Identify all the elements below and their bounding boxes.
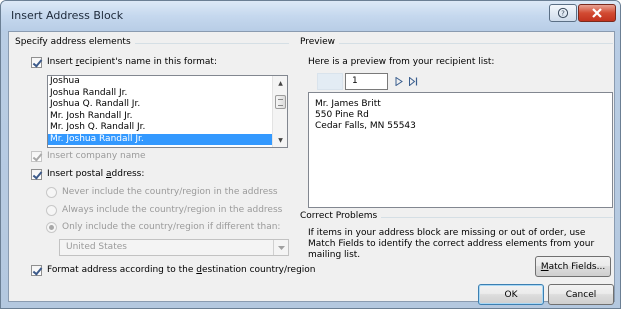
ok-button[interactable]: OK (478, 284, 544, 305)
cancel-label: Cancel (565, 289, 597, 300)
country-dropdown-button[interactable] (273, 240, 288, 255)
recipient-name-checkbox[interactable] (31, 57, 42, 68)
format-address-checkbox[interactable] (31, 265, 42, 276)
radio-always-country-label: Always include the country/region in the… (62, 205, 283, 215)
list-item[interactable]: Joshua (48, 76, 287, 88)
company-name-checkbox[interactable] (31, 151, 42, 162)
help-button[interactable]: ? (549, 4, 577, 22)
dialog-body: Specify address elements Insert recipien… (8, 31, 615, 305)
preview-group-title: Preview (300, 37, 340, 47)
help-icon: ? (558, 7, 568, 19)
address-line: 550 Pine Rd (315, 110, 369, 120)
previous-record-button (317, 73, 343, 90)
window-title: Insert Address Block (11, 9, 124, 22)
preview-hint: Here is a preview from your recipient li… (308, 57, 495, 67)
next-record-icon (395, 76, 403, 86)
match-fields-label: Match Fields... (540, 261, 606, 272)
correct-problems-title: Correct Problems (300, 211, 382, 221)
postal-address-checkbox[interactable] (31, 169, 42, 180)
group-divider (300, 43, 613, 44)
recipient-name-label: Insert recipient's name in this format: (47, 57, 217, 67)
radio-always-country[interactable] (46, 205, 57, 216)
record-number-input[interactable]: 1 (345, 73, 388, 90)
format-address-label: Format address according to the destinat… (47, 265, 316, 275)
address-line: Cedar Falls, MN 55543 (315, 121, 416, 131)
title-bar: Insert Address Block ? (1, 1, 620, 31)
list-scrollbar[interactable]: ▲ ▼ (272, 76, 287, 147)
scroll-thumb[interactable] (275, 95, 286, 109)
list-item[interactable]: Mr. Josh Randall Jr. (48, 111, 287, 123)
company-name-label: Insert company name (47, 151, 146, 161)
svg-text:?: ? (561, 10, 565, 18)
cancel-button[interactable]: Cancel (548, 284, 614, 305)
list-item[interactable]: Mr. Joshua Randall Jr. (48, 133, 287, 145)
match-fields-button[interactable]: Match Fields... (535, 256, 611, 277)
last-record-icon (408, 76, 417, 86)
ok-label: OK (504, 289, 518, 300)
address-line: Mr. James Britt (315, 99, 381, 109)
radio-only-if-different[interactable] (46, 222, 57, 233)
postal-address-label: Insert postal address: (47, 169, 145, 179)
list-item[interactable]: Joshua Randall Jr. (48, 88, 287, 100)
close-icon (592, 8, 602, 18)
list-item[interactable]: Mr. Josh Q. Randall Jr. (48, 122, 287, 134)
close-button[interactable] (578, 4, 616, 22)
country-dropdown[interactable]: United States (59, 239, 289, 256)
radio-never-country-label: Never include the country/region in the … (62, 187, 278, 197)
radio-only-if-different-label: Only include the country/region if diffe… (62, 222, 281, 232)
scroll-down-icon[interactable]: ▼ (273, 133, 287, 147)
next-record-button[interactable] (392, 74, 406, 88)
chevron-down-icon (277, 245, 285, 250)
list-item[interactable]: Joshua Q. Randall Jr. (48, 99, 287, 111)
scroll-up-icon[interactable]: ▲ (273, 76, 287, 90)
name-format-list[interactable]: Joshua Joshua Randall Jr. Joshua Q. Randal… (47, 75, 288, 148)
country-dropdown-value: United States (66, 242, 127, 252)
dialog-window: Insert Address Block ? Specify address e… (0, 0, 621, 309)
address-preview: Mr. James Britt 550 Pine Rd Cedar Falls,… (308, 92, 613, 208)
specify-group-title: Specify address elements (15, 37, 135, 47)
last-record-button[interactable] (406, 74, 420, 88)
radio-never-country[interactable] (46, 187, 57, 198)
